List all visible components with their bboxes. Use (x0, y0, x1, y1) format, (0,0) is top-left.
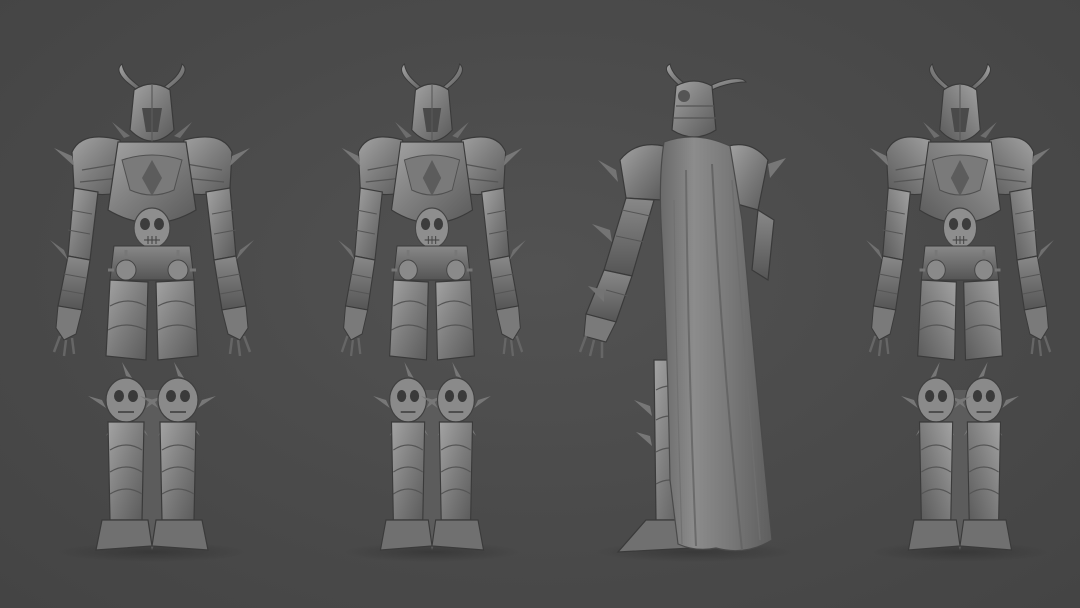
model-view-three-quarter-side (810, 60, 1080, 570)
knight-three-quarter-front-render (336, 62, 528, 564)
render-viewport (0, 0, 1080, 608)
model-view-three-quarter-front (282, 60, 582, 570)
knight-back-with-cape-render (578, 62, 798, 564)
model-view-back (546, 60, 846, 570)
knight-front-render (48, 62, 256, 564)
knight-three-quarter-side-render (864, 62, 1056, 564)
model-view-front (2, 60, 302, 570)
